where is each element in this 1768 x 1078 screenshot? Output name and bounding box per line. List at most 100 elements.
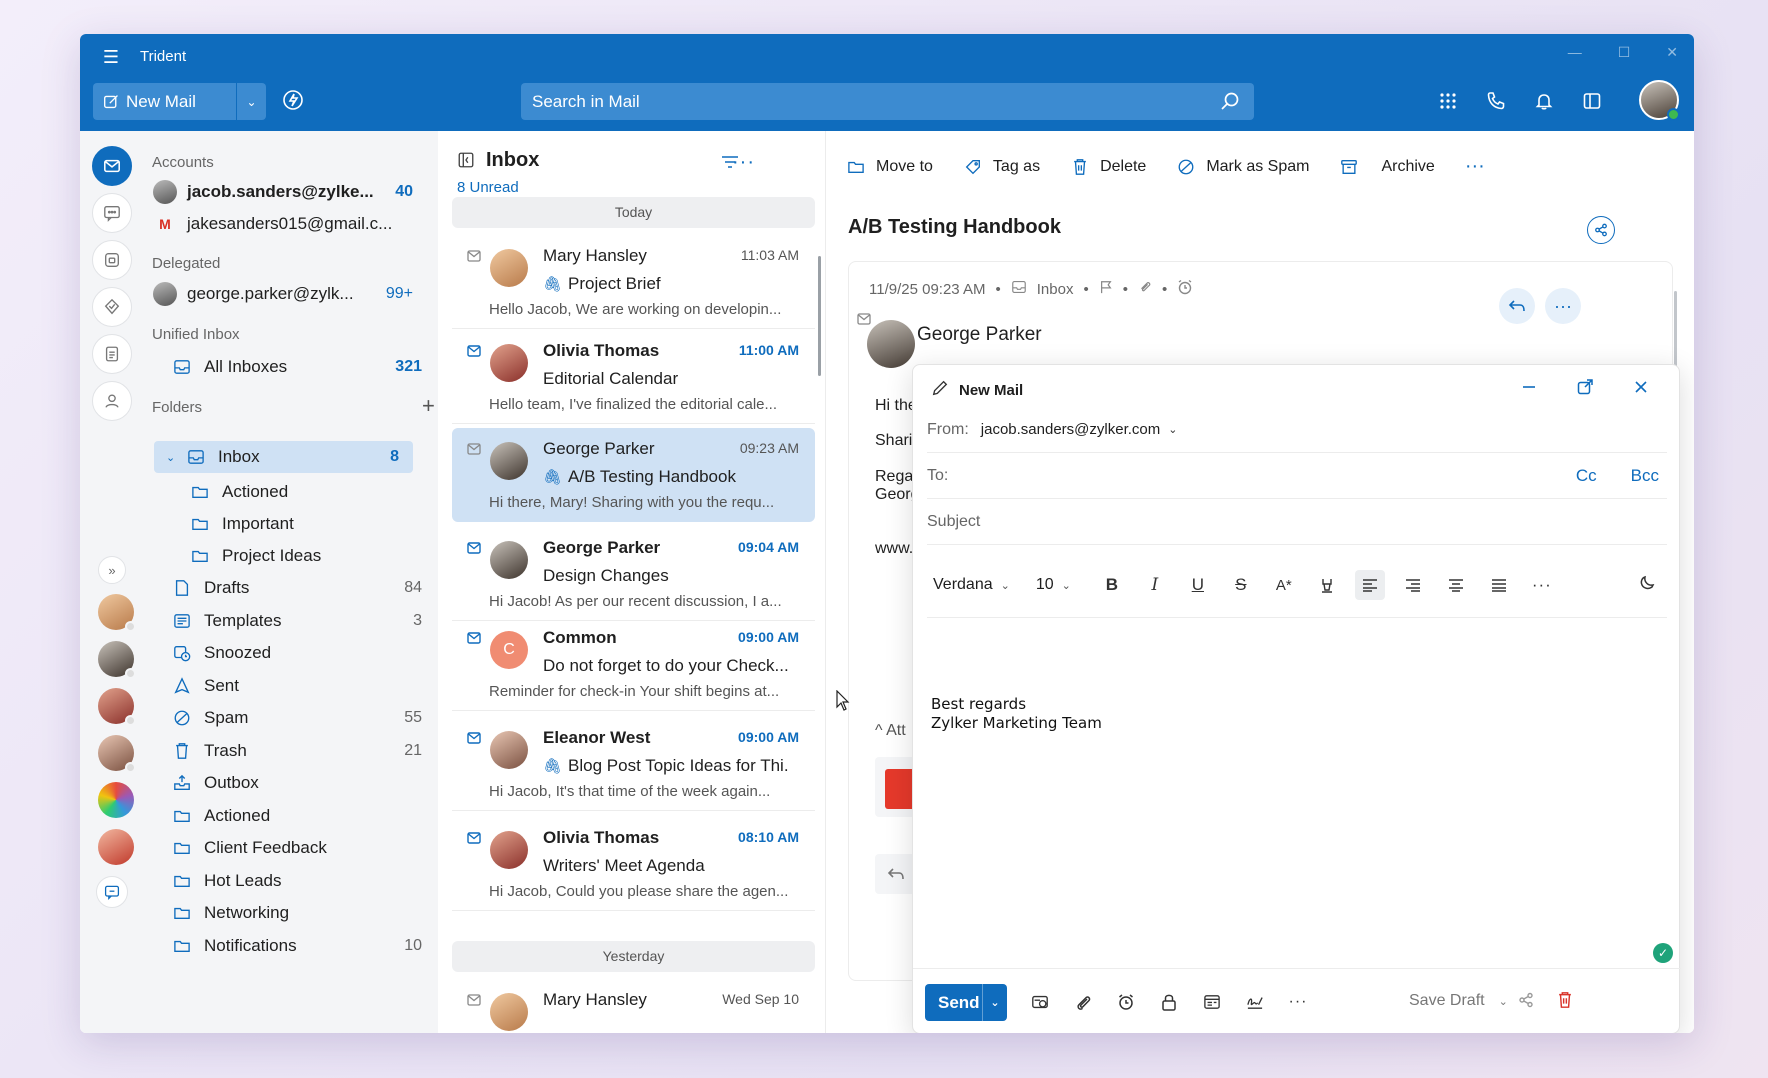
body-link[interactable]: www. <box>875 540 913 558</box>
chevron-down-icon[interactable]: ⌄ <box>1499 995 1508 1008</box>
schedule-icon[interactable] <box>1115 991 1137 1013</box>
mark-spam-button[interactable]: Mark as Spam <box>1176 155 1309 178</box>
maximize-window-icon[interactable]: ☐ <box>1618 44 1631 61</box>
sidebar-item-subfolder[interactable]: Project Ideas <box>190 540 415 572</box>
bold-icon[interactable]: B <box>1097 570 1127 600</box>
sidebar-item-subfolder[interactable]: Actioned <box>190 476 415 508</box>
pop-out-icon[interactable] <box>1575 377 1595 397</box>
message-more-icon[interactable]: ··· <box>1545 288 1581 324</box>
chat-app-icon[interactable] <box>92 193 132 233</box>
attachments-toggle[interactable]: ^ Att <box>875 722 906 740</box>
attachment-tile[interactable] <box>875 757 917 817</box>
archive-button[interactable]: Archive <box>1339 155 1435 178</box>
delegated-account-item[interactable]: george.parker@zylk... 99+ <box>153 279 413 309</box>
sidebar-item-inbox[interactable]: ⌄ Inbox 8 <box>154 441 413 473</box>
more-options-icon[interactable]: ··· <box>732 151 755 174</box>
message-body-editor[interactable]: Best regards Zylker Marketing Team <box>931 695 1102 733</box>
group-avatar[interactable] <box>98 829 134 865</box>
delete-button[interactable]: Delete <box>1070 155 1146 178</box>
sidebar-item-trash[interactable]: Trash 21 <box>172 735 422 767</box>
underline-icon[interactable]: U <box>1183 570 1213 600</box>
to-row[interactable]: To: Cc Bcc <box>927 453 1667 499</box>
contact-avatar[interactable] <box>98 594 136 632</box>
italic-icon[interactable]: I <box>1140 570 1170 600</box>
bcc-button[interactable]: Bcc <box>1631 466 1659 486</box>
more-actions-icon[interactable]: ··· <box>1465 155 1485 178</box>
contact-avatar[interactable] <box>98 641 136 679</box>
chevron-down-icon[interactable]: ⌄ <box>166 451 180 464</box>
send-button[interactable]: Send ⌄ <box>925 984 1007 1021</box>
justify-icon[interactable] <box>1484 570 1514 600</box>
sidebar-item-client-feedback[interactable]: Client Feedback <box>172 832 422 864</box>
message-folder[interactable]: Inbox <box>1037 281 1074 298</box>
sidebar-item-notifications[interactable]: Notifications 10 <box>172 930 422 962</box>
strikethrough-icon[interactable]: S <box>1226 570 1256 600</box>
mail-list-item[interactable]: Mary Hansley 11:03 AM 🖇 Project Brief Hel… <box>452 235 815 329</box>
close-icon[interactable] <box>1631 377 1651 397</box>
mail-list-item[interactable]: Mary Hansley Wed Sep 10 <box>452 979 815 1033</box>
font-family-select[interactable]: Verdana ⌄ <box>933 576 1010 594</box>
sidebar-item-actioned[interactable]: Actioned <box>172 800 422 832</box>
move-to-button[interactable]: Move to <box>846 155 933 178</box>
font-size-select[interactable]: 10 ⌄ <box>1036 576 1071 594</box>
template-icon[interactable] <box>1201 991 1223 1013</box>
quick-reply-icon[interactable] <box>875 854 917 894</box>
tag-as-button[interactable]: Tag as <box>963 155 1040 178</box>
phone-icon[interactable] <box>1484 89 1508 113</box>
discard-trash-icon[interactable] <box>1557 991 1573 1014</box>
grammar-check-icon[interactable]: ✓ <box>1653 943 1673 963</box>
add-folder-icon[interactable]: + <box>422 393 435 419</box>
user-avatar[interactable] <box>1639 80 1680 121</box>
mail-list-item[interactable]: Olivia Thomas 11:00 AM Editorial Calenda… <box>452 330 815 424</box>
close-window-icon[interactable]: ✕ <box>1666 44 1678 61</box>
signature-icon[interactable] <box>1244 991 1266 1013</box>
unread-filter-link[interactable]: 8 Unread <box>457 179 519 196</box>
mail-list-item[interactable]: C Common 09:00 AM Do not forget to do yo… <box>452 617 815 711</box>
more-format-icon[interactable]: ··· <box>1527 570 1557 600</box>
sidebar-item-spam[interactable]: Spam 55 <box>172 702 422 734</box>
account-item[interactable]: M jakesanders015@gmail.c... <box>153 209 413 239</box>
group-avatar[interactable] <box>98 782 134 818</box>
reminder-icon[interactable] <box>1177 279 1193 299</box>
save-draft-button[interactable]: Save Draft ⌄ <box>1409 992 1508 1010</box>
sidebar-item-hot-leads[interactable]: Hot Leads <box>172 865 422 897</box>
chevron-down-icon[interactable]: ⌄ <box>1168 423 1177 436</box>
notes-app-icon[interactable] <box>92 334 132 374</box>
expand-rail-icon[interactable]: » <box>98 556 126 584</box>
menu-icon[interactable]: ☰ <box>100 46 122 68</box>
cc-button[interactable]: Cc <box>1576 466 1597 486</box>
align-center-icon[interactable] <box>1441 570 1471 600</box>
highlight-icon[interactable] <box>1312 570 1342 600</box>
contact-avatar[interactable] <box>98 735 136 773</box>
sidebar-item-sent[interactable]: Sent <box>172 670 422 702</box>
align-left-icon[interactable] <box>1354 570 1385 600</box>
share-icon[interactable] <box>1518 992 1534 1013</box>
search-icon[interactable] <box>1220 91 1240 111</box>
share-icon[interactable] <box>1587 216 1615 244</box>
mail-list-item-selected[interactable]: George Parker 09:23 AM 🖇 A/B Testing Hand… <box>452 428 815 522</box>
mail-list-item[interactable]: George Parker 09:04 AM Design Changes Hi… <box>452 527 815 621</box>
minimize-icon[interactable] <box>1519 377 1539 397</box>
contact-avatar[interactable] <box>98 688 136 726</box>
subject-input[interactable]: Subject <box>927 499 1667 545</box>
calendar-app-icon[interactable] <box>92 240 132 280</box>
new-mail-button[interactable]: New Mail <box>93 83 236 120</box>
quick-actions-icon[interactable] <box>282 89 306 113</box>
sidebar-item-templates[interactable]: Templates 3 <box>172 605 422 637</box>
sidebar-item-drafts[interactable]: Drafts 84 <box>172 572 422 604</box>
font-color-icon[interactable]: A* <box>1269 570 1299 600</box>
search-input[interactable]: Search in Mail <box>521 83 1254 120</box>
mail-list-scrollbar[interactable] <box>818 256 821 376</box>
align-right-icon[interactable] <box>1398 570 1428 600</box>
tasks-app-icon[interactable] <box>92 287 132 327</box>
reply-icon[interactable] <box>1499 288 1535 324</box>
apps-grid-icon[interactable] <box>1436 89 1460 113</box>
from-select[interactable]: jacob.sanders@zylker.com <box>981 421 1160 438</box>
contacts-app-icon[interactable] <box>92 381 132 421</box>
panel-toggle-icon[interactable] <box>1580 89 1604 113</box>
minimize-window-icon[interactable]: — <box>1568 44 1582 61</box>
sidebar-item-subfolder[interactable]: Important <box>190 508 415 540</box>
attachment-icon[interactable] <box>1072 991 1094 1013</box>
attachment-icon[interactable] <box>1138 280 1152 298</box>
dark-mode-icon[interactable] <box>1639 573 1661 595</box>
